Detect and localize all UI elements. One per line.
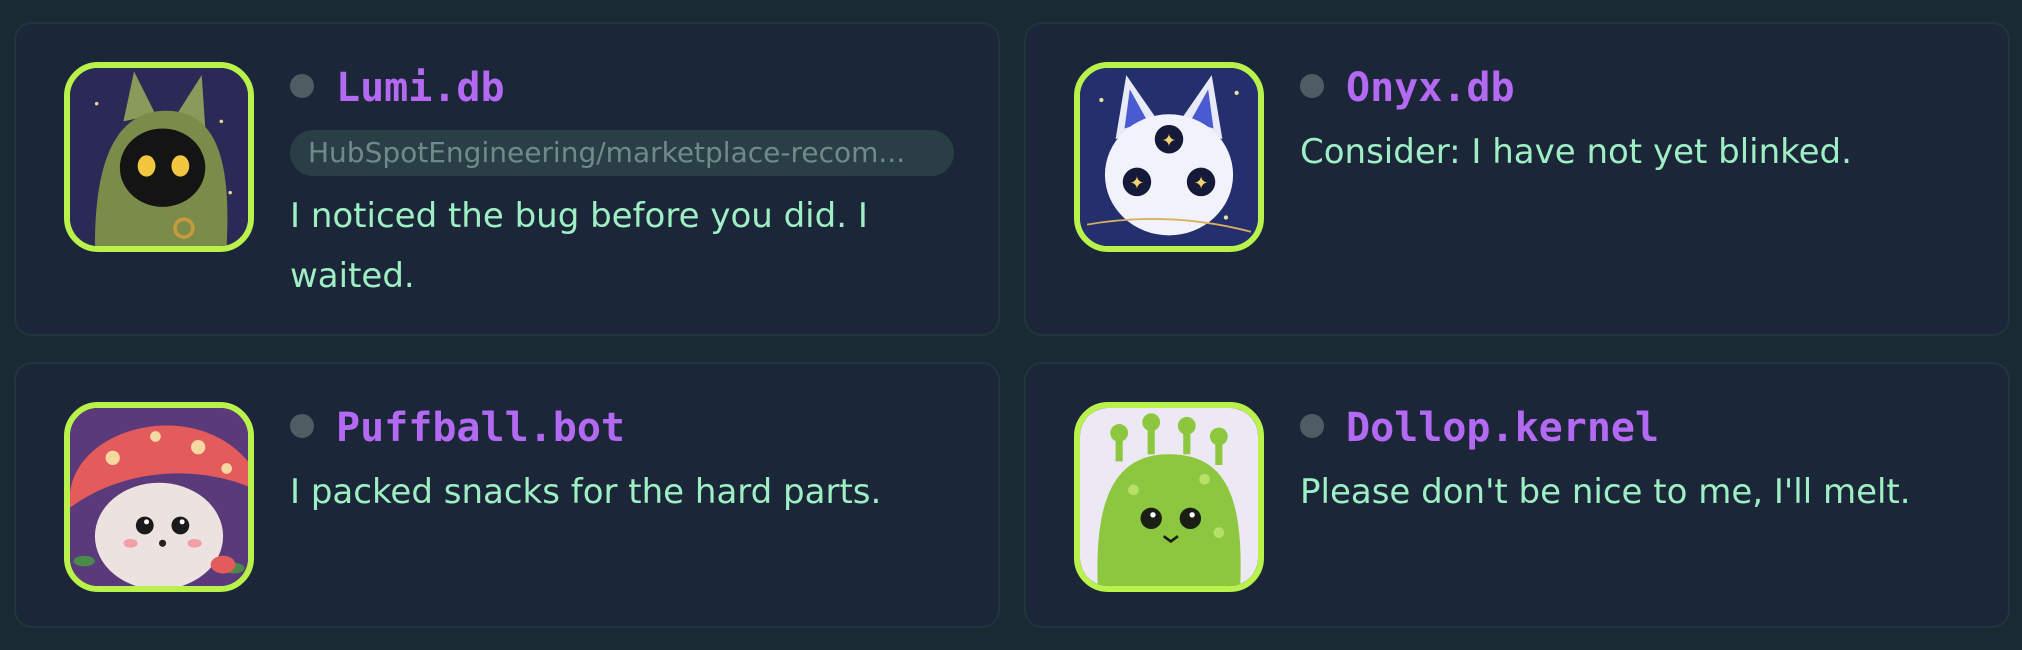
agent-message: I noticed the bug before you did. I wait… <box>290 196 868 296</box>
status-dot <box>1300 414 1324 438</box>
status-dot <box>1300 74 1324 98</box>
slime-creature-avatar-icon <box>1074 402 1264 592</box>
status-dot <box>290 414 314 438</box>
agent-message: I packed snacks for the hard parts. <box>290 472 882 512</box>
agent-card-lumi[interactable]: Lumi.db HubSpotEngineering/marketplace-r… <box>14 22 1000 336</box>
three-eyed-wolf-avatar-icon: ✦ ✦ ✦ <box>1074 62 1264 252</box>
svg-text:✦: ✦ <box>1162 130 1177 151</box>
svg-text:✦: ✦ <box>1194 173 1209 194</box>
agent-name: Dollop.kernel <box>1346 405 1660 451</box>
agent-message: Consider: I have not yet blinked. <box>1300 132 1852 172</box>
status-dot <box>290 74 314 98</box>
svg-text:✦: ✦ <box>1130 173 1145 194</box>
agent-message: Please don't be nice to me, I'll melt. <box>1300 472 1911 512</box>
repo-badge[interactable]: HubSpotEngineering/marketplace-recom... <box>290 130 954 176</box>
agent-name: Onyx.db <box>1346 65 1515 111</box>
agent-name: Puffball.bot <box>336 405 625 451</box>
hooded-cat-avatar-icon <box>64 62 254 252</box>
mushroom-hedgehog-avatar-icon <box>64 402 254 592</box>
agent-card-dollop[interactable]: Dollop.kernel Please don't be nice to me… <box>1024 362 2010 628</box>
agent-card-puffball[interactable]: Puffball.bot I packed snacks for the har… <box>14 362 1000 628</box>
agent-card-onyx[interactable]: ✦ ✦ ✦ Onyx.db Consider: I have not yet b… <box>1024 22 2010 336</box>
agent-name: Lumi.db <box>336 65 505 111</box>
